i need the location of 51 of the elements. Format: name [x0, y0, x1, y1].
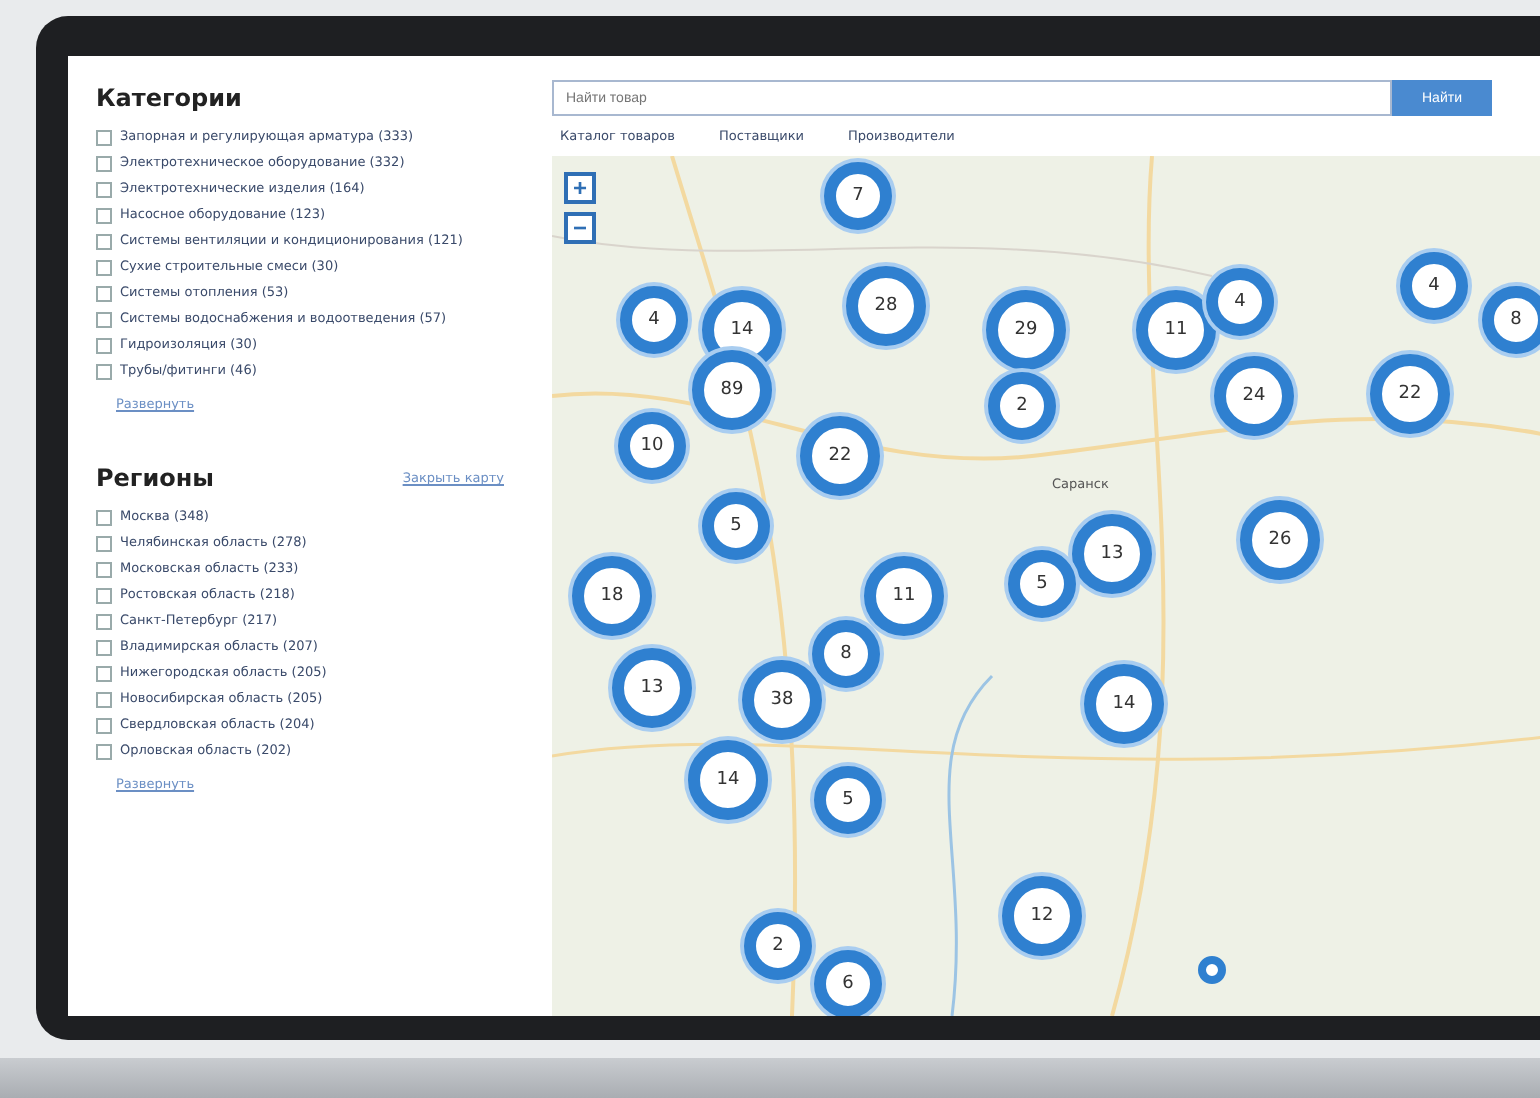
cluster-marker[interactable]: 14: [1084, 664, 1164, 744]
cluster-marker[interactable]: 4: [1400, 252, 1468, 320]
cluster-marker[interactable]: 89: [692, 350, 772, 430]
cluster-marker[interactable]: 8: [1482, 286, 1540, 354]
checkbox[interactable]: [96, 614, 112, 630]
checkbox[interactable]: [96, 562, 112, 578]
zoom-in-button[interactable]: +: [564, 172, 596, 204]
cluster-marker[interactable]: 28: [846, 266, 926, 346]
cluster-marker[interactable]: 10: [618, 412, 686, 480]
checkbox[interactable]: [96, 718, 112, 734]
checkbox[interactable]: [96, 338, 112, 354]
cluster-marker[interactable]: 11: [864, 556, 944, 636]
checkbox[interactable]: [96, 156, 112, 172]
cluster-marker[interactable]: 2: [988, 372, 1056, 440]
checkbox[interactable]: [96, 640, 112, 656]
checkbox[interactable]: [96, 182, 112, 198]
cluster-marker[interactable]: 26: [1240, 500, 1320, 580]
checkbox[interactable]: [96, 208, 112, 224]
checkbox[interactable]: [96, 588, 112, 604]
checkbox[interactable]: [96, 234, 112, 250]
cluster-marker[interactable]: 4: [1206, 268, 1274, 336]
zoom-out-button[interactable]: −: [564, 212, 596, 244]
cluster-marker[interactable]: 38: [742, 660, 822, 740]
cluster-marker[interactable]: 22: [800, 416, 880, 496]
cluster-marker[interactable]: 13: [612, 648, 692, 728]
checkbox[interactable]: [96, 286, 112, 302]
cluster-marker[interactable]: 8: [812, 620, 880, 688]
checkbox[interactable]: [96, 260, 112, 276]
regions-title: Регионы: [96, 464, 214, 492]
checkbox[interactable]: [96, 744, 112, 760]
cluster-marker[interactable]: 4: [620, 286, 688, 354]
checkbox[interactable]: [96, 536, 112, 552]
cluster-marker[interactable]: 14: [688, 740, 768, 820]
cluster-marker[interactable]: 5: [1008, 550, 1076, 618]
categories-title: Категории: [96, 84, 244, 112]
cluster-marker[interactable]: 12: [1002, 876, 1082, 956]
checkbox[interactable]: [96, 130, 112, 146]
cluster-marker[interactable]: 5: [814, 766, 882, 834]
checkbox[interactable]: [96, 312, 112, 328]
checkbox[interactable]: [96, 666, 112, 682]
cluster-marker[interactable]: 29: [986, 290, 1066, 370]
checkbox[interactable]: [96, 364, 112, 380]
cluster-marker[interactable]: 24: [1214, 356, 1294, 436]
cluster-marker[interactable]: 7: [824, 162, 892, 230]
cluster-marker[interactable]: 18: [572, 556, 652, 636]
cluster-marker[interactable]: 2: [744, 912, 812, 980]
checkbox[interactable]: [96, 510, 112, 526]
cluster-marker[interactable]: 6: [814, 950, 882, 1016]
cluster-marker[interactable]: 5: [702, 492, 770, 560]
cluster-marker[interactable]: 22: [1370, 354, 1450, 434]
checkbox[interactable]: [96, 692, 112, 708]
